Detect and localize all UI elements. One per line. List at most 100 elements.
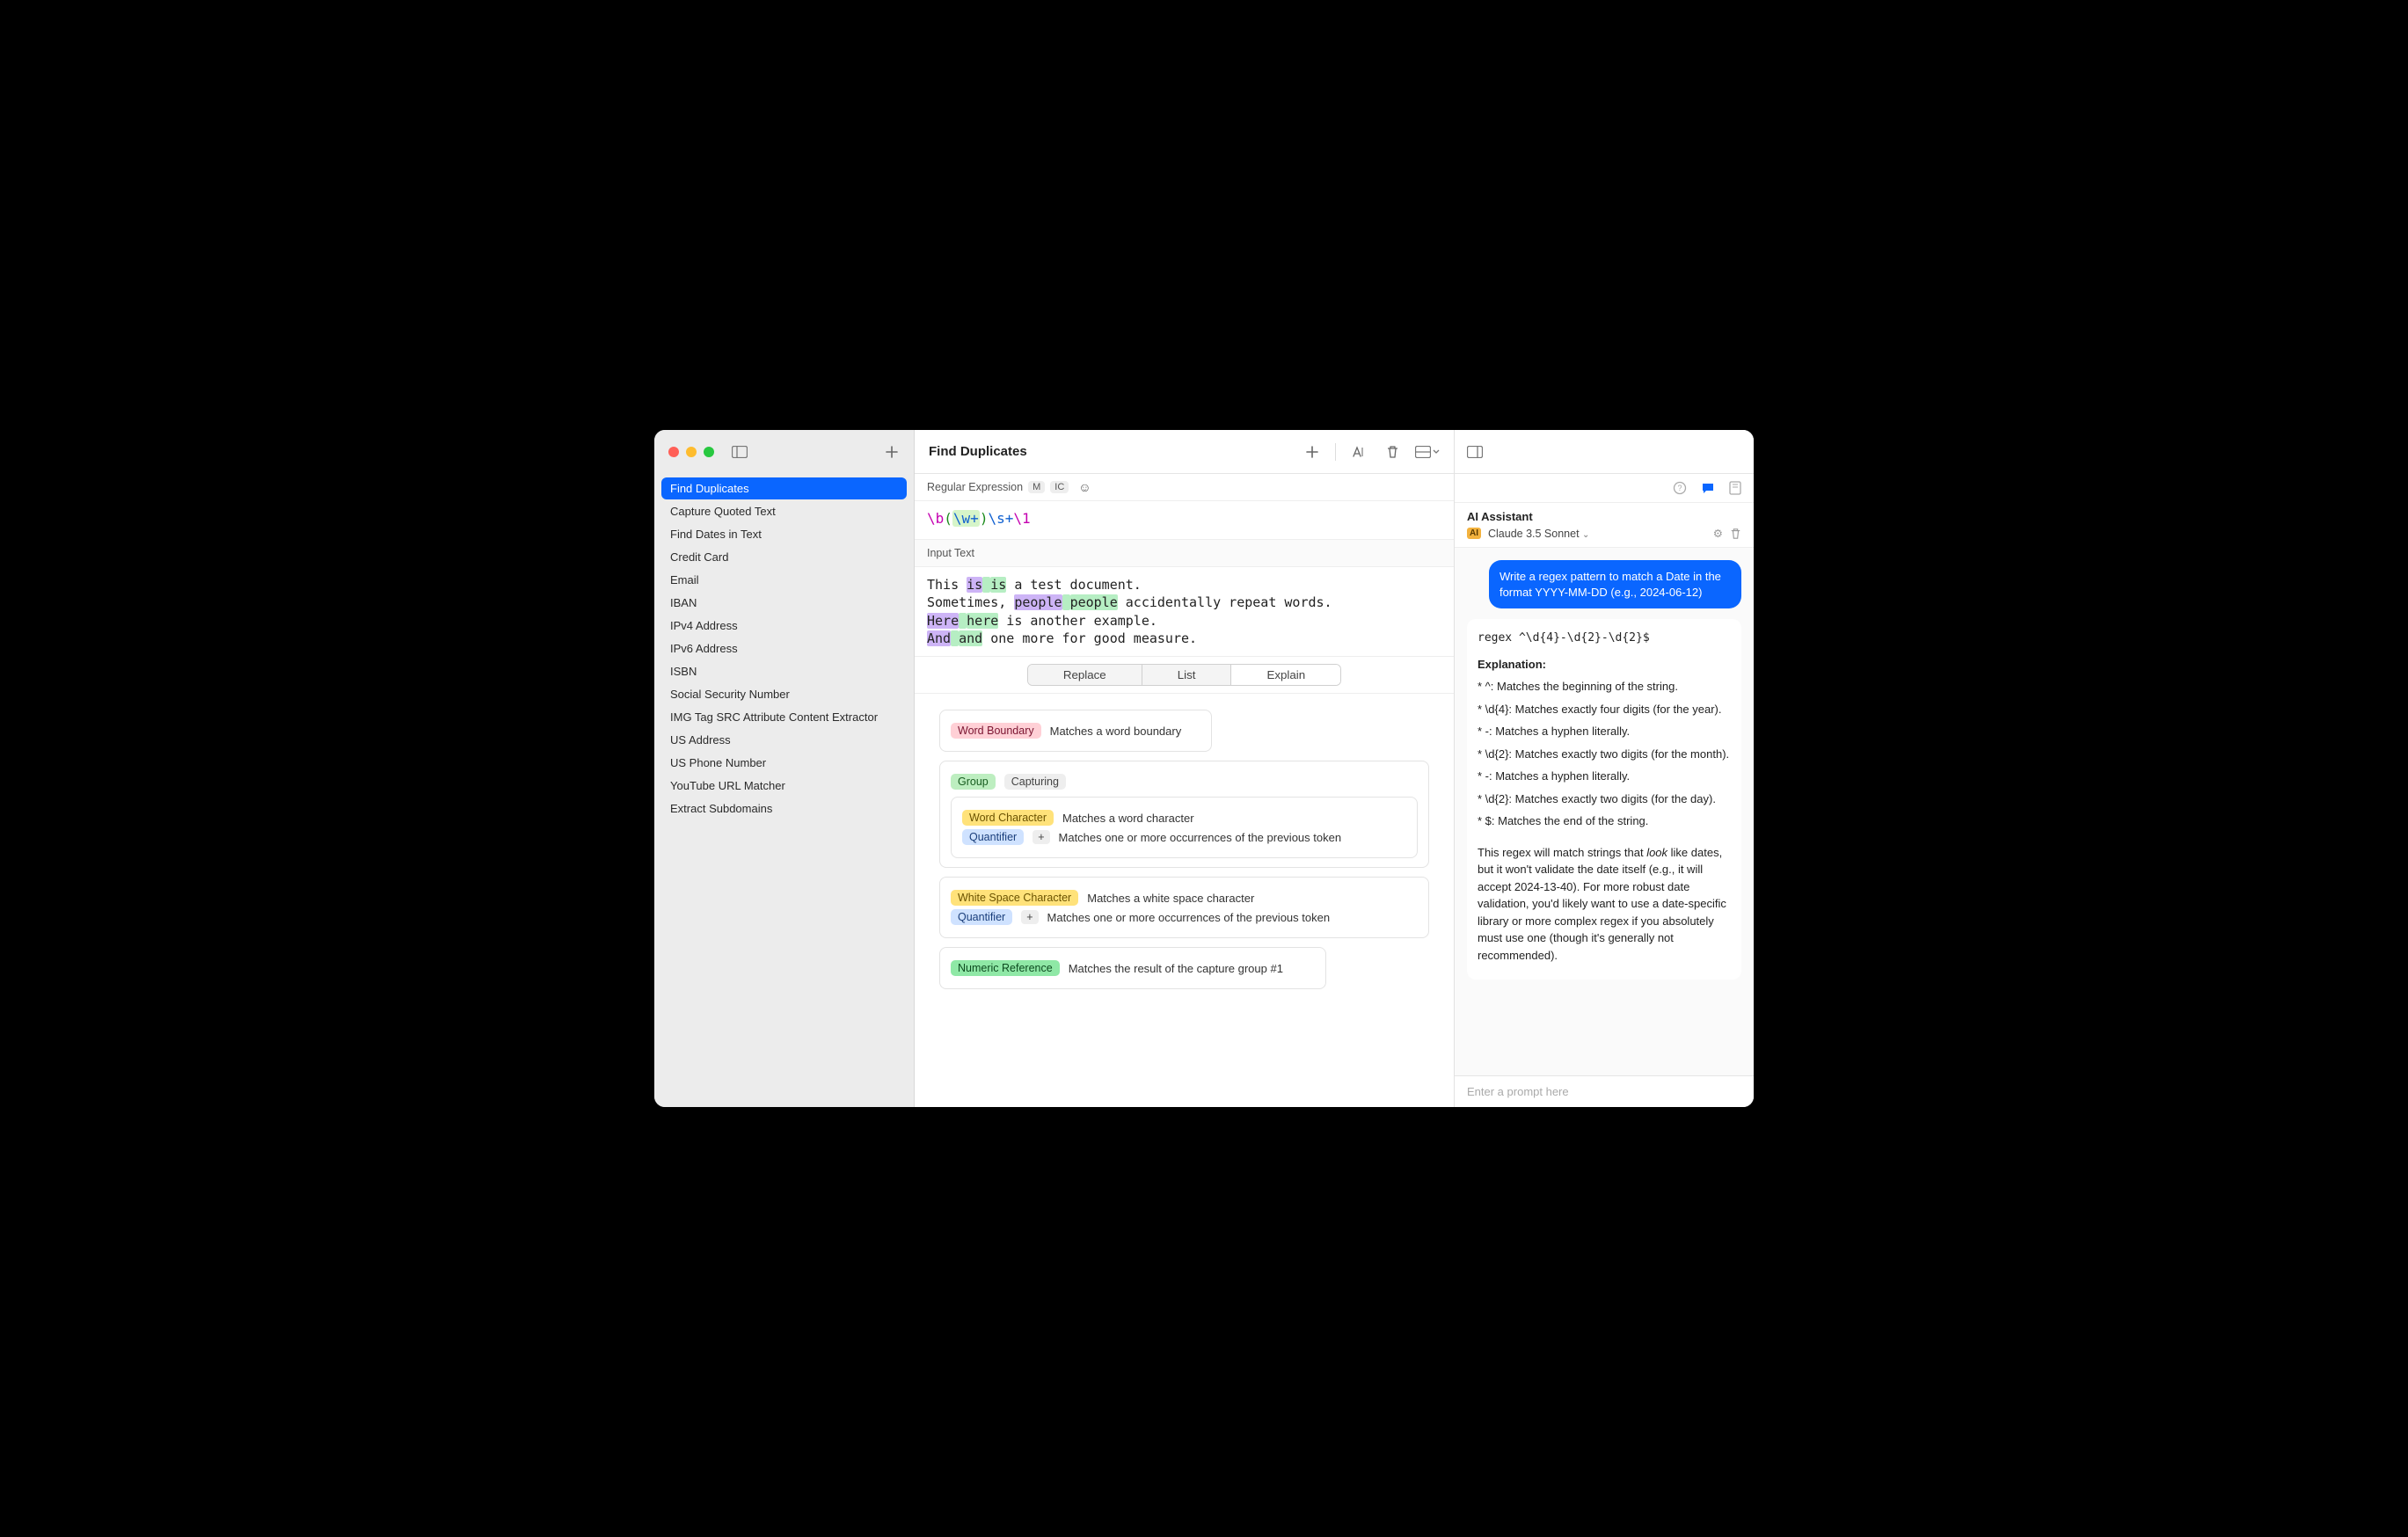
explain-nested-group: Word Character Matches a word character … xyxy=(951,797,1418,858)
sidebar-item-img-src-extractor[interactable]: IMG Tag SRC Attribute Content Extractor xyxy=(661,706,907,728)
regex-token-plus: + xyxy=(1005,510,1014,527)
book-icon[interactable] xyxy=(1729,481,1741,495)
sidebar-item-label: IBAN xyxy=(670,596,697,609)
tab-replace[interactable]: Replace xyxy=(1028,665,1142,685)
prompt-row xyxy=(1455,1075,1754,1107)
sidebar-item-isbn[interactable]: ISBN xyxy=(661,660,907,682)
sidebar-item-label: Email xyxy=(670,573,699,586)
ai-header: AI Assistant AI Claude 3.5 Sonnet ⌄ ⚙ xyxy=(1455,503,1754,548)
sidebar-item-label: IPv6 Address xyxy=(670,642,738,655)
sidebar-item-label: YouTube URL Matcher xyxy=(670,779,785,792)
sidebar-item-ssn[interactable]: Social Security Number xyxy=(661,683,907,705)
minimize-window-button[interactable] xyxy=(686,447,697,457)
input-text-area[interactable]: This is is a test document. Sometimes, p… xyxy=(915,567,1454,657)
match-repeat: is xyxy=(990,577,1006,593)
explain-desc: Matches the result of the capture group … xyxy=(1069,962,1283,975)
sidebar-item-label: US Phone Number xyxy=(670,756,766,769)
regex-input[interactable]: \b(\w+)\s+\1 xyxy=(915,501,1454,540)
input-text-label: Input Text xyxy=(915,540,1454,567)
help-icon[interactable]: ? xyxy=(1673,481,1687,495)
main-pane: Find Duplicates Regular Expression M IC … xyxy=(915,430,1455,1107)
assistant-bullet: * -: Matches a hyphen literally. xyxy=(1478,768,1731,785)
assistant-bullet: * ^: Matches the beginning of the string… xyxy=(1478,678,1731,696)
text-style-button[interactable] xyxy=(1348,441,1369,463)
regex-token-backref: \1 xyxy=(1013,510,1030,527)
regex-token-plus: + xyxy=(970,510,979,527)
explain-pill-plus: + xyxy=(1033,830,1049,844)
match-capture: And xyxy=(927,630,951,646)
toolbar-separator xyxy=(1335,443,1336,461)
match-repeat: and xyxy=(959,630,982,646)
explain-desc: Matches a word boundary xyxy=(1050,725,1182,738)
match-repeat: people xyxy=(1070,594,1118,610)
ai-title: AI Assistant xyxy=(1467,510,1741,523)
sidebar-item-capture-quoted-text[interactable]: Capture Quoted Text xyxy=(661,500,907,522)
close-window-button[interactable] xyxy=(668,447,679,457)
explain-desc: Matches a word character xyxy=(1062,812,1194,825)
sidebar-item-find-dates[interactable]: Find Dates in Text xyxy=(661,523,907,545)
pattern-list: Find Duplicates Capture Quoted Text Find… xyxy=(654,474,914,1107)
delete-button[interactable] xyxy=(1382,441,1403,463)
gear-icon[interactable]: ⚙ xyxy=(1713,527,1723,540)
flags-menu-icon[interactable]: ☺ xyxy=(1074,479,1095,495)
sidebar-item-label: Find Duplicates xyxy=(670,482,749,495)
right-tab-icons: ? xyxy=(1455,474,1754,503)
add-button[interactable] xyxy=(1302,441,1323,463)
explain-pill-word-char: Word Character xyxy=(962,810,1054,826)
add-pattern-button[interactable] xyxy=(884,444,900,460)
main-toolbar: Find Duplicates xyxy=(915,430,1454,474)
assistant-explanation-heading: Explanation: xyxy=(1478,656,1731,674)
sidebar-item-extract-subdomains[interactable]: Extract Subdomains xyxy=(661,798,907,819)
explain-card-numeric-ref: Numeric Reference Matches the result of … xyxy=(939,947,1326,989)
regex-label: Regular Expression xyxy=(927,481,1023,493)
explain-panel: Word Boundary Matches a word boundary Gr… xyxy=(915,694,1454,1107)
sidebar-item-label: ISBN xyxy=(670,665,697,678)
match-capture: is xyxy=(967,577,982,593)
sidebar-item-us-phone[interactable]: US Phone Number xyxy=(661,752,907,774)
svg-text:?: ? xyxy=(1677,484,1682,492)
explain-pill-word-boundary: Word Boundary xyxy=(951,723,1041,739)
zoom-window-button[interactable] xyxy=(704,447,714,457)
assistant-bullet: * $: Matches the end of the string. xyxy=(1478,812,1731,830)
sidebar-item-label: IMG Tag SRC Attribute Content Extractor xyxy=(670,710,878,724)
ai-pane: ? AI Assistant AI Claude 3.5 Sonnet ⌄ ⚙ … xyxy=(1455,430,1754,1107)
flag-multiline[interactable]: M xyxy=(1028,481,1045,493)
chat-icon[interactable] xyxy=(1701,481,1715,495)
sidebar-item-email[interactable]: Email xyxy=(661,569,907,591)
explain-desc: Matches one or more occurrences of the p… xyxy=(1047,911,1331,924)
regex-token-whitespace: \s xyxy=(988,510,1004,527)
toggle-right-sidebar-icon[interactable] xyxy=(1467,444,1483,460)
sidebar-item-label: Extract Subdomains xyxy=(670,802,772,815)
match-capture: people xyxy=(1014,594,1062,610)
assistant-bullet: * \d{2}: Matches exactly two digits (for… xyxy=(1478,790,1731,808)
assistant-code: regex ^\d{4}-\d{2}-\d{2}$ xyxy=(1478,630,1731,647)
regex-token-word-class: \w xyxy=(953,510,970,527)
sidebar-item-ipv6[interactable]: IPv6 Address xyxy=(661,637,907,659)
assistant-bullet: * -: Matches a hyphen literally. xyxy=(1478,723,1731,740)
explain-pill-whitespace: White Space Character xyxy=(951,890,1078,906)
trash-icon[interactable] xyxy=(1730,528,1741,540)
explain-pill-quantifier: Quantifier xyxy=(962,829,1024,845)
sidebar-item-us-address[interactable]: US Address xyxy=(661,729,907,751)
sidebar-item-ipv4[interactable]: IPv4 Address xyxy=(661,615,907,637)
sidebar-item-youtube-url[interactable]: YouTube URL Matcher xyxy=(661,775,907,797)
tab-list[interactable]: List xyxy=(1142,665,1231,685)
ai-model-selector[interactable]: Claude 3.5 Sonnet ⌄ xyxy=(1488,528,1589,540)
regex-meta-row: Regular Expression M IC ☺ xyxy=(915,474,1454,501)
tab-explain[interactable]: Explain xyxy=(1230,665,1340,685)
prompt-input[interactable] xyxy=(1467,1085,1741,1098)
regex-token-group-open: ( xyxy=(944,510,952,527)
match-repeat: here xyxy=(967,613,998,629)
sidebar-item-credit-card[interactable]: Credit Card xyxy=(661,546,907,568)
chevron-down-icon: ⌄ xyxy=(1582,530,1589,540)
assistant-message: regex ^\d{4}-\d{2}-\d{2}$ Explanation: *… xyxy=(1467,619,1741,980)
sidebar-item-find-duplicates[interactable]: Find Duplicates xyxy=(661,477,907,499)
flag-ignorecase[interactable]: IC xyxy=(1050,481,1069,493)
toggle-sidebar-icon[interactable] xyxy=(732,444,748,460)
layout-menu[interactable] xyxy=(1415,441,1440,463)
ai-provider-badge: AI xyxy=(1467,528,1481,539)
sidebar-item-iban[interactable]: IBAN xyxy=(661,592,907,614)
explain-card-whitespace: White Space Character Matches a white sp… xyxy=(939,877,1429,938)
conversation: Write a regex pattern to match a Date in… xyxy=(1455,548,1754,1075)
regex-token-group-close: ) xyxy=(980,510,989,527)
